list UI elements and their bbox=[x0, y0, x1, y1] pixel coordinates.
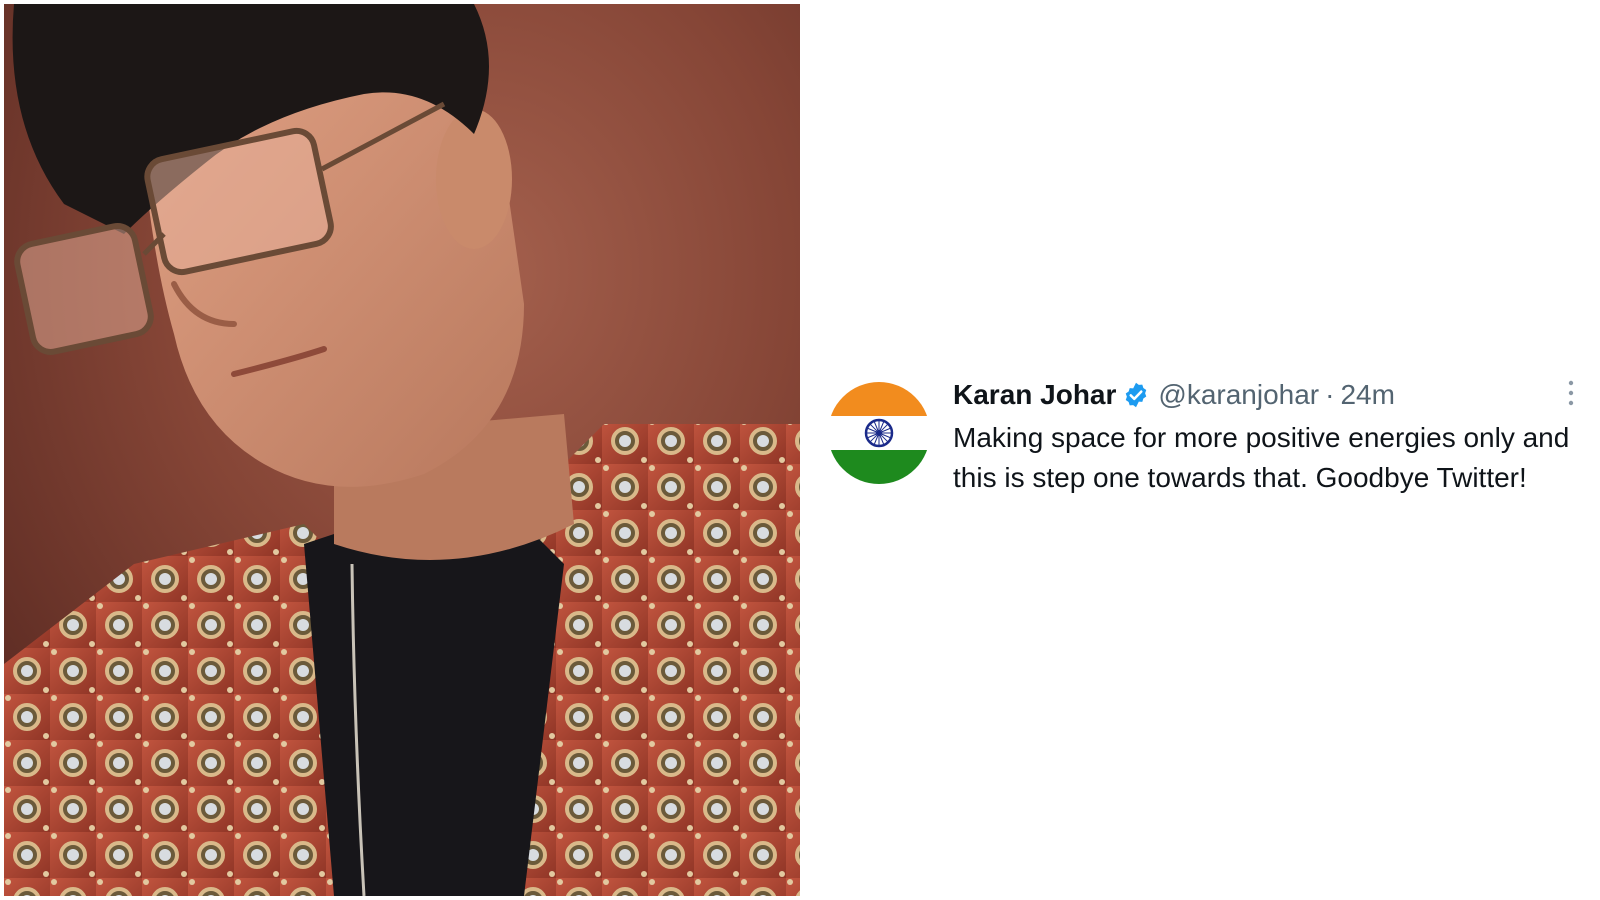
more-options-icon[interactable] bbox=[1566, 378, 1576, 408]
tweet-timestamp[interactable]: 24m bbox=[1340, 379, 1394, 411]
portrait-illustration bbox=[4, 4, 800, 896]
tweet-header: Karan Johar @karanjohar · 24m bbox=[953, 378, 1593, 412]
flag-green-band bbox=[828, 450, 930, 484]
separator-dot: · bbox=[1325, 379, 1335, 410]
tweet-body: Karan Johar @karanjohar · 24m Making spa… bbox=[953, 378, 1593, 498]
tweet-text: Making space for more positive energies … bbox=[953, 422, 1570, 493]
display-name[interactable]: Karan Johar bbox=[953, 379, 1116, 411]
tweet-card[interactable]: Karan Johar @karanjohar · 24m Making spa… bbox=[828, 378, 1588, 548]
avatar[interactable] bbox=[828, 382, 930, 484]
verified-badge-icon bbox=[1126, 382, 1147, 408]
ashoka-chakra-icon bbox=[864, 418, 894, 448]
user-handle[interactable]: @karanjohar bbox=[1158, 379, 1319, 411]
flag-saffron-band bbox=[828, 382, 930, 416]
screen: Karan Johar @karanjohar · 24m Making spa… bbox=[0, 0, 1600, 900]
flag-white-band bbox=[828, 416, 930, 450]
portrait-photo bbox=[4, 4, 800, 896]
